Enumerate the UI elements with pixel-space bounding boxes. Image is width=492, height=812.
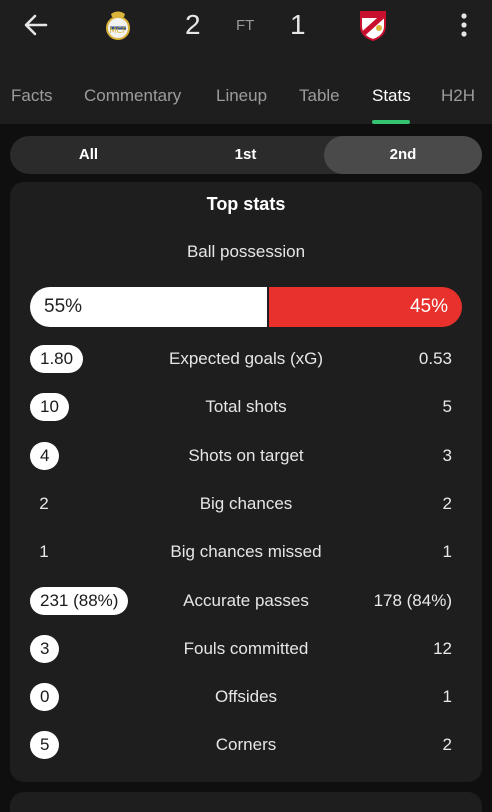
possession-home-fill: 55% <box>30 287 267 327</box>
next-card-edge <box>10 792 482 812</box>
possession-label: Ball possession <box>186 242 306 261</box>
tab-h2h[interactable]: H2H <box>441 86 475 106</box>
stat-away-value: 12 <box>433 638 452 658</box>
real-madrid-crest-icon[interactable]: MCF <box>102 8 134 42</box>
possession-bar: 55% 45% <box>30 287 462 327</box>
stat-row: 4 Shots on target 3 <box>10 441 482 472</box>
possession-home-value: 55% <box>44 296 83 317</box>
stat-away-value: 178 (84%) <box>373 590 452 610</box>
stat-label: Fouls committed <box>183 638 309 658</box>
stat-label: Total shots <box>205 397 287 417</box>
top-stats-card: Top stats Ball possession 55% 45% 1.80 Ex… <box>10 182 482 782</box>
tab-commentary[interactable]: Commentary <box>84 86 181 106</box>
stat-away-value: 1 <box>442 687 452 707</box>
stat-label: Shots on target <box>188 445 304 465</box>
stat-row: 3 Fouls committed 12 <box>10 634 482 665</box>
tab-facts[interactable]: Facts <box>11 86 53 106</box>
tab-table[interactable]: Table <box>299 86 340 106</box>
possession-away-value: 45% <box>409 296 448 317</box>
stat-away-value: 2 <box>442 735 452 755</box>
stat-label: Accurate passes <box>183 590 309 610</box>
stat-row: 0 Offsides 1 <box>10 683 482 713</box>
stat-row: 1 Big chances missed 1 <box>10 538 482 568</box>
period-1st-button[interactable]: 1st <box>167 136 324 174</box>
stat-row: 231 (88%) Accurate passes 178 (84%) <box>10 586 482 617</box>
more-options-icon[interactable] <box>453 10 475 40</box>
stat-home-value: 2 <box>39 493 49 513</box>
stat-label: Big chances <box>199 493 293 513</box>
stat-away-value: 0.53 <box>418 349 452 368</box>
stat-row: 2 Big chances 2 <box>10 490 482 520</box>
match-tabs: Facts Commentary Lineup Table Stats H2H <box>0 80 492 124</box>
tab-lineup[interactable]: Lineup <box>216 86 267 106</box>
stat-row: 10 Total shots 5 <box>10 393 482 423</box>
rayo-vallecano-crest-icon[interactable] <box>357 8 389 42</box>
stat-home-value: 1 <box>39 542 49 562</box>
stat-row: 5 Corners 2 <box>10 731 482 761</box>
period-selector: All 1st 2nd <box>10 136 482 174</box>
stat-label: Offsides <box>214 687 278 707</box>
stat-label: Corners <box>215 735 277 755</box>
active-tab-indicator <box>372 120 410 124</box>
stat-row: 1.80 Expected goals (xG) 0.53 <box>10 345 482 375</box>
top-stats-title: Top stats <box>206 194 286 214</box>
possession-away-fill: 45% <box>269 287 462 327</box>
away-score: 1 <box>290 9 306 40</box>
period-2nd-button[interactable]: 2nd <box>324 136 482 174</box>
tab-stats[interactable]: Stats <box>372 86 411 106</box>
stat-away-value: 3 <box>442 445 452 465</box>
back-arrow-icon[interactable] <box>22 11 50 39</box>
stat-home-value: 3 <box>30 634 60 663</box>
stat-away-value: 5 <box>442 397 452 417</box>
stat-home-value: 5 <box>30 731 60 760</box>
stat-label: Big chances missed <box>170 542 322 562</box>
stat-home-value: 0 <box>30 683 60 712</box>
period-all-button[interactable]: All <box>10 136 167 174</box>
stat-home-value: 10 <box>30 393 69 422</box>
stat-away-value: 2 <box>442 493 452 513</box>
stat-label: Expected goals (xG) <box>168 349 323 368</box>
svg-text:MCF: MCF <box>109 26 126 35</box>
stat-home-value: 1.80 <box>30 345 84 373</box>
match-header: MCF 2 FT 1 Facts Commentary Lineup Table… <box>0 0 492 124</box>
match-status: FT <box>236 17 255 34</box>
home-score: 2 <box>185 9 201 40</box>
stat-away-value: 1 <box>442 542 452 562</box>
stat-home-value: 4 <box>30 441 60 470</box>
